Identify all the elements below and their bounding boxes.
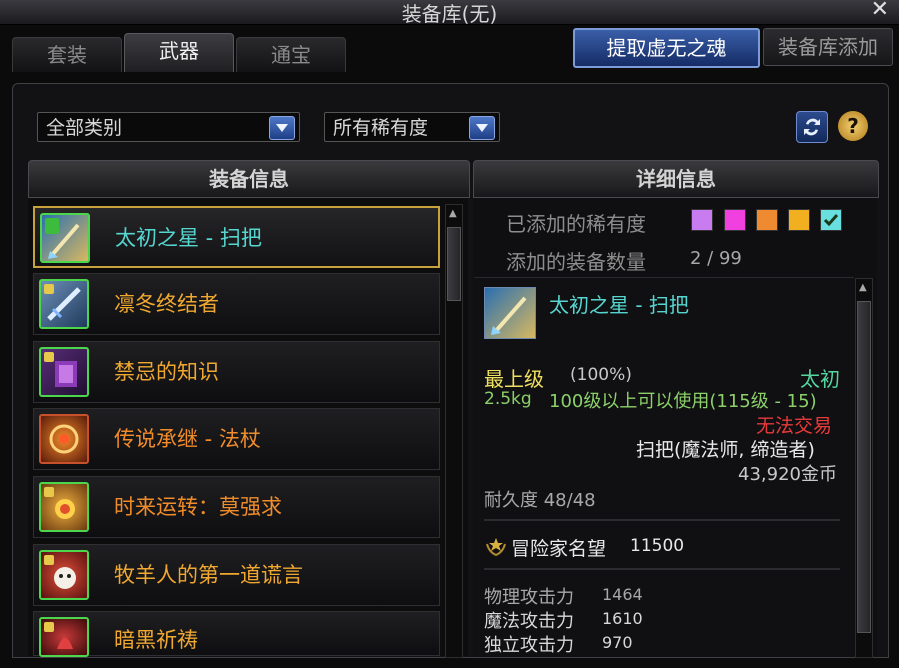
rarity-value: 所有稀有度 [333,117,429,139]
extract-soul-button[interactable]: 提取虚无之魂 [573,28,760,68]
stat-label: 独立攻击力 [484,635,574,656]
rarity-dropdown[interactable]: 所有稀有度 [324,112,500,142]
ice-blade-icon [39,279,89,329]
grade-label: 最上级 [484,367,544,391]
divider [484,568,840,570]
tab-treasure[interactable]: 通宝 [236,37,346,72]
fame-value: 11500 [630,536,685,556]
equipment-info-header: 装备信息 [28,160,470,198]
list-item[interactable]: 凛冬终结者 [33,273,440,335]
stat-label: 物理攻击力 [484,587,574,608]
dark-prayer-icon [39,617,89,657]
broom-icon [484,287,536,339]
divider [484,519,840,521]
list-scrollbar[interactable]: ▲ [445,204,463,658]
laurel-icon [484,534,508,558]
stat-value: 970 [602,633,633,652]
list-item-name: 太初之星 - 扫把 [115,226,262,250]
list-item[interactable]: 牧羊人的第一道谎言 [33,544,440,606]
category-value: 全部类别 [46,117,123,139]
list-item-name: 传说承继 - 法杖 [114,427,261,451]
rarity-swatch-unique[interactable] [724,209,746,231]
list-item-name: 禁忌的知识 [114,360,219,384]
title-bar: 装备库(无) ✕ [0,0,899,26]
help-icon[interactable]: ? [838,111,868,141]
tab-set[interactable]: 套装 [12,37,122,72]
list-item-name: 牧羊人的第一道谎言 [114,563,303,587]
chevron-down-icon[interactable] [269,116,295,140]
trade-status: 无法交易 [756,415,833,437]
list-item[interactable]: 太初之星 - 扫把 [33,206,440,268]
broom-icon [40,213,90,263]
detail-info-header: 详细信息 [473,160,879,198]
rarity-swatch-primeval[interactable] [820,209,842,231]
add-to-storage-button[interactable]: 装备库添加 [763,28,893,66]
sun-charm-icon [39,482,89,532]
list-item[interactable]: 禁忌的知识 [33,341,440,403]
list-item[interactable]: 传说承继 - 法杖 [33,408,440,470]
list-item-name: 暗黑祈祷 [114,628,198,652]
detail-scrollbar[interactable]: ▲ [855,278,873,658]
stat-value: 1610 [602,609,643,628]
item-price: 43,920金币 [738,464,837,485]
chevron-down-icon[interactable] [469,116,495,140]
sheep-icon [39,550,89,600]
durability: 耐久度 48/48 [484,490,596,511]
scrollbar-thumb[interactable] [857,301,871,633]
check-icon [823,214,839,227]
list-item[interactable]: 时来运转：莫强求 [33,476,440,538]
flame-staff-icon [39,414,89,464]
scroll-up-icon[interactable]: ▲ [449,208,457,219]
forbidden-book-icon [39,347,89,397]
list-item-name: 时来运转：莫强求 [114,495,282,519]
scrollbar-thumb[interactable] [447,227,461,301]
list-item-name: 凛冬终结者 [114,292,219,316]
rarity-label: 已添加的稀有度 [506,212,646,236]
count-label: 添加的装备数量 [506,250,646,274]
weight-text: 2.5kg [484,389,532,409]
close-icon[interactable]: ✕ [871,0,889,22]
rarity-swatch-legendary[interactable] [756,209,778,231]
grade-percent: (100%) [570,365,632,385]
fame-label: 冒险家名望 [511,538,607,560]
level-requirement: 100级以上可以使用(115级 - 15) [549,391,817,412]
refresh-icon[interactable] [796,111,828,143]
category-dropdown[interactable]: 全部类别 [37,112,300,142]
item-type: 扫把(魔法师, 缔造者) [636,439,815,461]
count-value: 2 / 99 [690,248,742,269]
stat-value: 1464 [602,585,643,604]
rarity-swatch-epic[interactable] [788,209,810,231]
stat-label: 魔法攻击力 [484,611,574,632]
rarity-swatch-rare[interactable] [691,209,713,231]
scroll-up-icon[interactable]: ▲ [859,282,867,293]
tab-weapon[interactable]: 武器 [124,33,234,72]
detail-item-name: 太初之星 - 扫把 [549,293,689,317]
window-title: 装备库(无) [401,2,498,26]
list-item[interactable]: 暗黑祈祷 [33,611,440,657]
